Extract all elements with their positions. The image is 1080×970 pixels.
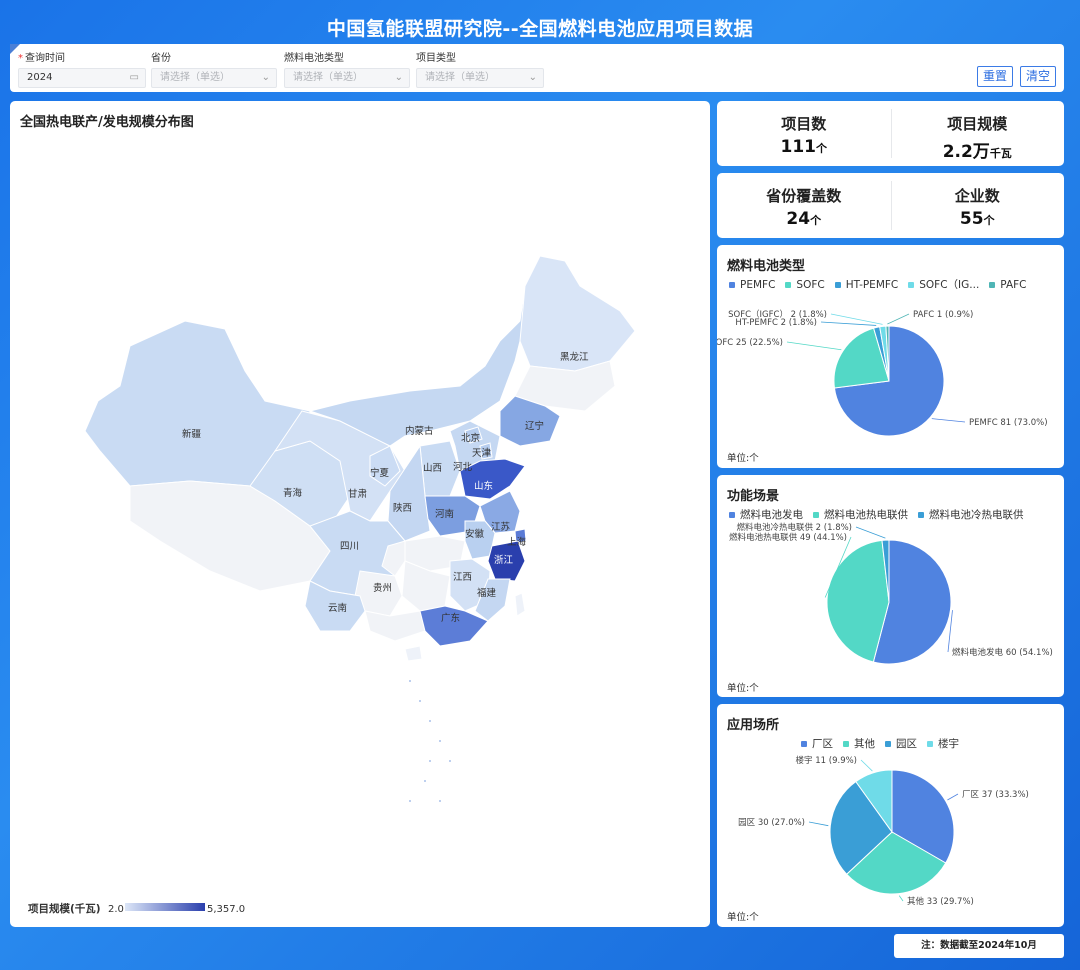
pie-data-label: 园区 30 (27.0%) <box>738 818 805 828</box>
fuel-cell-type-select[interactable]: 请选择（单选） ⌄ <box>284 68 410 88</box>
pie-leader-line <box>860 759 873 772</box>
function-scene-panel: 功能场景 燃料电池发电 燃料电池热电联供 燃料电池冷热电联供 燃料电池发电 60 (… <box>717 475 1064 697</box>
chevron-down-icon: ⌄ <box>528 72 537 83</box>
map-legend-gradient <box>125 903 205 911</box>
filter-bar: * 查询时间 2024 ▭ 省份 请选择（单选） ⌄ 燃料电池类型 请选择（单选）… <box>10 44 1064 92</box>
project-type-select[interactable]: 请选择（单选） ⌄ <box>416 68 544 88</box>
filter-province: 省份 请选择（单选） ⌄ <box>151 52 277 88</box>
stat-enterprise-count: 企业数 55个 <box>890 173 1065 238</box>
province-label: 山西 <box>423 463 442 474</box>
stat-project-scale: 项目规模 2.2万千瓦 <box>890 101 1065 166</box>
pie-leader-line <box>855 526 886 539</box>
query-time-picker[interactable]: 2024 ▭ <box>18 68 146 88</box>
fuel-cell-type-pie: PEMFC 81 (73.0%)SOFC 25 (22.5%)HT-PEMFC … <box>717 309 1048 437</box>
china-map: 新疆 内蒙古 黑龙江辽宁北京天津河北山西 宁夏青海 甘肃陕西 山东河南江苏安徽上海浙江 四川… <box>28 255 636 915</box>
province-label: 浙江 <box>494 554 514 566</box>
pie-leader-line <box>887 313 910 325</box>
province-label: 山东 <box>474 480 493 492</box>
application-site-pie: 厂区 37 (33.3%) 其他 33 (29.7%) 园区 30 (27.0%) 楼… <box>738 755 1029 907</box>
map-legend-label: 项目规模(千瓦) <box>28 902 101 915</box>
unit-note: 单位:个 <box>727 912 759 923</box>
pie-data-label: SOFC（IGFC） 2 (1.8%) <box>728 309 827 320</box>
province-label: 河南 <box>435 508 454 520</box>
stat-project-count: 项目数 111个 <box>780 115 828 157</box>
unit-note: 单位:个 <box>727 453 759 464</box>
pie-leader-line <box>931 418 966 423</box>
page-title: 中国氢能联盟研究院--全国燃料电池应用项目数据 <box>326 18 754 40</box>
province-label: 青海 <box>283 487 303 499</box>
pie-leader-line <box>947 793 959 801</box>
pie-data-label: 燃料电池冷热电联供 2 (1.8%) <box>736 522 852 533</box>
province-label: 甘肃 <box>348 488 367 500</box>
south-sea-islands <box>409 680 451 802</box>
province-label: 新疆 <box>182 428 202 440</box>
stats-panel-2: 省份覆盖数 24个 企业数 55个 <box>717 173 1064 238</box>
province-label: 陕西 <box>393 502 412 514</box>
province-label: 安徽 <box>465 528 485 540</box>
pie-leader-line <box>808 821 829 827</box>
filter-query-time: * 查询时间 2024 ▭ <box>18 52 146 88</box>
province-label: 天津 <box>472 448 492 459</box>
filter-label: 燃料电池类型 <box>284 53 344 64</box>
application-site-panel: 应用场所 厂区 其他 园区 楼宇 厂区 37 (33.3%) 其他 33 (29.7%)… <box>717 704 1064 927</box>
province-taiwan[interactable] <box>514 592 526 617</box>
fuel-cell-type-panel: 燃料电池类型 PEMFC SOFC HT-PEMFC SOFC（IG... PAFC P… <box>717 245 1064 468</box>
stats-panel-1: 项目数 111个 项目规模 2.2万千瓦 <box>717 101 1064 166</box>
clear-button[interactable]: 清空 <box>1020 66 1056 87</box>
pie-data-label: PAFC 1 (0.9%) <box>913 310 973 320</box>
province-label: 黑龙江 <box>560 351 589 363</box>
data-cutoff-note: 注：数据截至2024年10月 <box>894 934 1064 958</box>
pie-data-label: 楼宇 11 (9.9%) <box>796 755 857 766</box>
pie-data-label: 燃料电池发电 60 (54.1%) <box>952 647 1053 658</box>
reset-button[interactable]: 重置 <box>977 66 1013 87</box>
unit-note: 单位:个 <box>727 683 759 694</box>
province-select[interactable]: 请选择（单选） ⌄ <box>151 68 277 88</box>
pie-leader-line <box>786 341 842 351</box>
pie-leader-line <box>898 895 904 902</box>
province-label: 江西 <box>453 572 472 583</box>
filter-project-type: 项目类型 请选择（单选） ⌄ <box>416 52 544 88</box>
chevron-down-icon: ⌄ <box>261 72 270 83</box>
province-label: 广东 <box>441 612 460 624</box>
province-label: 北京 <box>461 432 480 444</box>
required-marker: * <box>18 53 23 64</box>
pie-data-label: 其他 33 (29.7%) <box>907 896 974 907</box>
function-scene-pie: 燃料电池发电 60 (54.1%) 燃料电池热电联供 49 (44.1%)燃料电池… <box>729 522 1053 665</box>
chevron-down-icon: ⌄ <box>394 72 403 83</box>
filter-label: 省份 <box>151 53 171 64</box>
pie-leader-line <box>820 321 877 326</box>
map-legend-min: 2.0 <box>108 904 124 915</box>
province-label: 四川 <box>340 541 359 552</box>
province-hainan[interactable] <box>404 645 423 662</box>
province-label: 河北 <box>453 461 473 473</box>
pie-data-label: PEMFC 81 (73.0%) <box>969 418 1048 428</box>
pie-data-label: 燃料电池热电联供 49 (44.1%) <box>729 532 847 543</box>
province-label: 宁夏 <box>370 467 390 479</box>
province-label: 云南 <box>328 602 347 614</box>
province-label: 内蒙古 <box>405 425 434 437</box>
pie-data-label: SOFC 25 (22.5%) <box>717 338 783 348</box>
map-legend-max: 5,357.0 <box>207 904 245 915</box>
filter-label: 项目类型 <box>416 53 456 64</box>
filter-label: 查询时间 <box>25 53 65 64</box>
province-label: 江苏 <box>491 521 511 533</box>
filter-fuel-cell-type: 燃料电池类型 请选择（单选） ⌄ <box>284 52 410 88</box>
calendar-icon: ▭ <box>129 72 139 83</box>
map-panel: 全国热电联产/发电规模分布图 新疆 内蒙古 黑龙江 辽宁 北京 天津 河北 山西… <box>10 101 710 927</box>
province-label: 辽宁 <box>525 420 544 432</box>
province-label: 贵州 <box>373 582 392 594</box>
stat-province-coverage: 省份覆盖数 24个 <box>766 187 842 229</box>
province-label: 福建 <box>477 587 497 599</box>
province-guangxi[interactable] <box>364 610 426 642</box>
pie-data-label: 厂区 37 (33.3%) <box>962 790 1029 800</box>
province-label: 上海 <box>507 536 527 548</box>
